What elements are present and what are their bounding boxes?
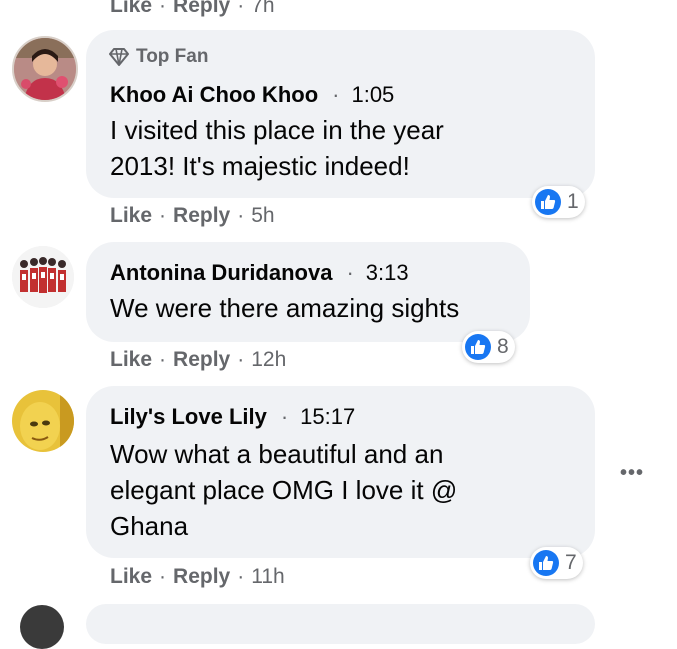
- separator-dot: ·: [237, 565, 245, 588]
- comment-age: 11h: [251, 565, 285, 588]
- reaction-count[interactable]: 1: [532, 186, 585, 218]
- separator-dot: ·: [346, 260, 354, 285]
- diamond-icon: [109, 48, 129, 66]
- reaction-number: 8: [497, 335, 509, 358]
- comment-text: I visited this place in the year 2013! I…: [110, 115, 444, 181]
- like-reaction-icon: [533, 550, 559, 576]
- reply-link[interactable]: Reply: [173, 348, 230, 371]
- comment-text: Wow what a beautiful and an elegant plac…: [110, 439, 458, 541]
- thumbs-up-icon: [471, 340, 486, 354]
- like-link[interactable]: Like: [110, 565, 152, 588]
- separator-dot: ·: [159, 565, 167, 588]
- reply-link[interactable]: Reply: [173, 204, 230, 227]
- comment-age: 7h: [251, 0, 275, 17]
- like-link[interactable]: Like: [110, 0, 152, 17]
- separator-dot: ·: [280, 404, 289, 429]
- comment-header: Lily's Love Lily · 15:17: [110, 404, 355, 430]
- like-reaction-icon: [465, 334, 491, 360]
- comment-actions: Like · Reply · 5h: [110, 204, 275, 228]
- reaction-number: 7: [565, 551, 577, 574]
- avatar-photo: [12, 390, 74, 452]
- commenter-name[interactable]: Khoo Ai Choo Khoo: [110, 82, 318, 107]
- reaction-count[interactable]: 7: [530, 547, 583, 579]
- like-link[interactable]: Like: [110, 348, 152, 371]
- comment-header: Khoo Ai Choo Khoo · 1:05: [110, 82, 394, 108]
- comment-age: 5h: [251, 204, 275, 227]
- separator-dot: ·: [159, 348, 167, 371]
- separator-dot: ·: [159, 204, 167, 227]
- prev-comment-actions: Like · Reply · 7h: [110, 0, 275, 18]
- separator-dot: ·: [159, 0, 167, 17]
- separator-dot: ·: [237, 0, 245, 17]
- avatar[interactable]: [12, 390, 74, 452]
- comment-stamp: 3:13: [365, 260, 409, 285]
- comment-bubble: Antonina Duridanova · 3:13 We were there a…: [86, 242, 530, 342]
- avatar[interactable]: [12, 36, 78, 102]
- like-reaction-icon: [535, 189, 561, 215]
- comment-text: We were there amazing sights: [110, 293, 460, 323]
- separator-dot: ·: [237, 204, 245, 227]
- separator-dot: ·: [237, 348, 245, 371]
- commenter-name[interactable]: Antonina Duridanova: [110, 260, 332, 285]
- comment-bubble: [86, 604, 595, 644]
- commenter-name[interactable]: Lily's Love Lily: [110, 404, 267, 429]
- thumbs-up-icon: [539, 556, 554, 570]
- avatar-photo: [14, 38, 76, 100]
- avatar[interactable]: [20, 605, 64, 649]
- reaction-number: 1: [567, 190, 579, 213]
- avatar-photo: [12, 246, 74, 308]
- comment-age: 12h: [251, 348, 287, 371]
- reply-link[interactable]: Reply: [173, 565, 230, 588]
- more-options-icon[interactable]: •••: [620, 462, 644, 485]
- top-fan-label: Top Fan: [136, 46, 209, 67]
- separator-dot: ·: [332, 82, 340, 107]
- comment-header: Antonina Duridanova · 3:13: [110, 260, 409, 286]
- comment-actions: Like · Reply · 11h: [110, 565, 285, 589]
- top-fan-badge: Top Fan: [108, 46, 208, 68]
- comment-bubble: Top Fan Khoo Ai Choo Khoo · 1:05 I visited…: [86, 30, 595, 198]
- reply-link[interactable]: Reply: [173, 0, 230, 17]
- comment-bubble: Lily's Love Lily · 15:17 Wow what a beauti…: [86, 386, 595, 558]
- comment-stamp: 1:05: [351, 82, 395, 107]
- thumbs-up-icon: [541, 195, 556, 209]
- avatar[interactable]: [12, 246, 74, 308]
- comment-actions: Like · Reply · 12h: [110, 348, 286, 372]
- reaction-count[interactable]: 8: [462, 331, 515, 363]
- like-link[interactable]: Like: [110, 204, 152, 227]
- comment-stamp: 15:17: [300, 404, 356, 429]
